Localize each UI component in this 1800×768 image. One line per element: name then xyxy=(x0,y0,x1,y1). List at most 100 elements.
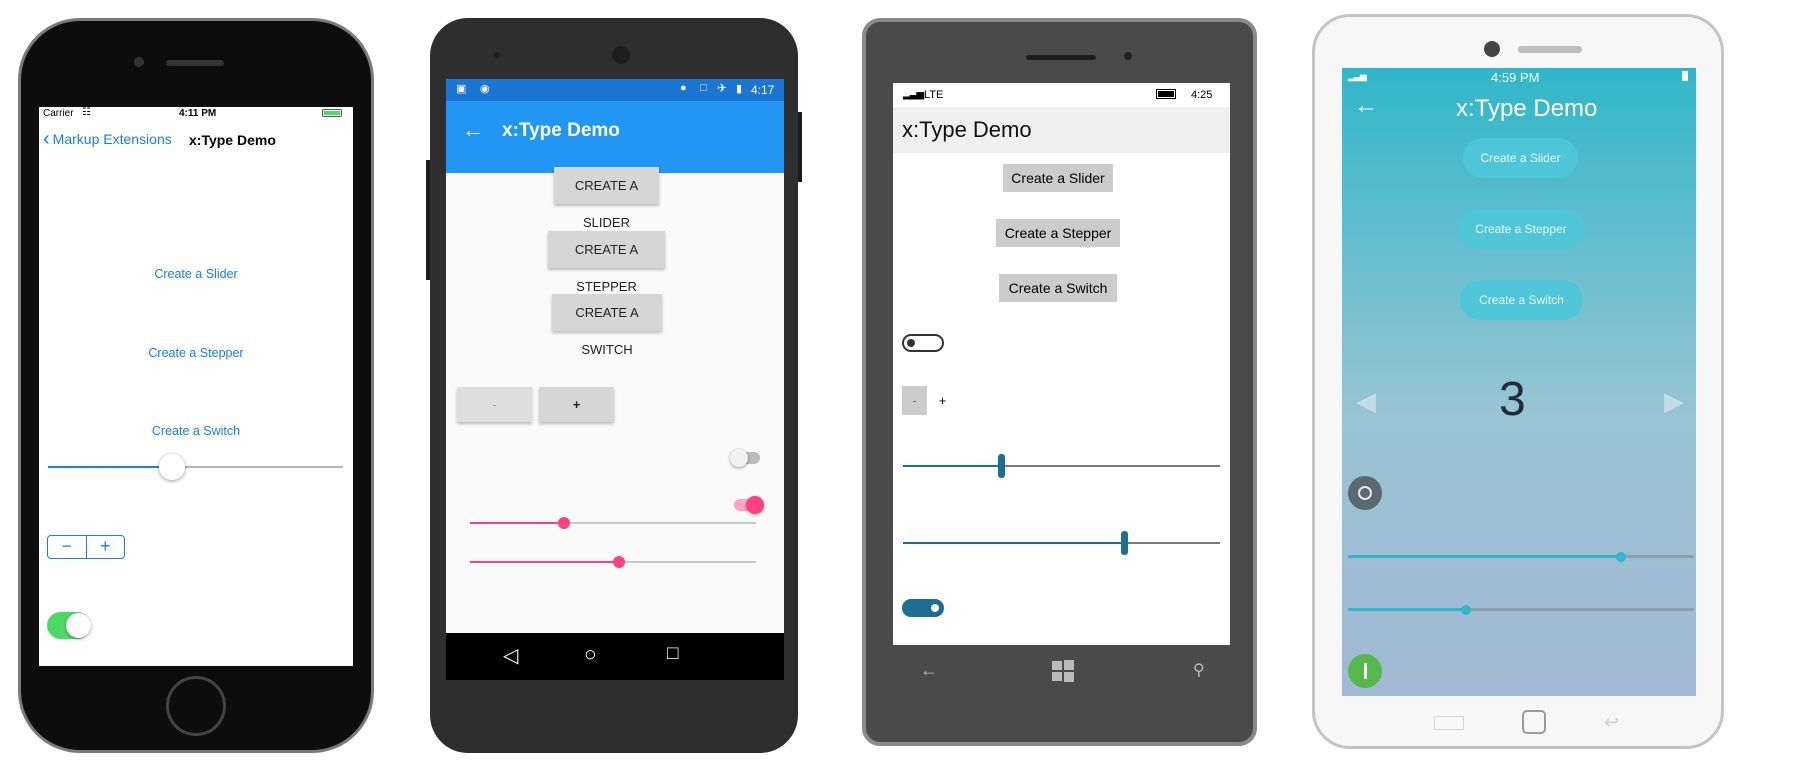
tizen-clock: 4:59 PM xyxy=(1491,70,1540,85)
stepper-minus-button[interactable]: - xyxy=(902,386,927,415)
create-slider-button[interactable]: Create a Slider xyxy=(1463,138,1578,178)
home-circle-icon[interactable]: ○ xyxy=(584,643,597,667)
android-notification-icon: ◉ xyxy=(480,83,490,95)
battery-icon xyxy=(1682,71,1688,81)
create-slider-button[interactable]: Create a Slider xyxy=(39,267,353,281)
network-type-label: LTE xyxy=(924,89,944,101)
windows-screen: ▂▃▅ LTE 4:25 x:Type Demo Create a Slider… xyxy=(893,83,1230,645)
create-switch-button[interactable]: Create a Switch xyxy=(39,424,353,438)
wifi-icon: ☷ xyxy=(82,107,91,118)
switch-toggle[interactable] xyxy=(47,612,91,639)
ios-navigation-bar: ‹ Markup Extensions x:Type Demo xyxy=(39,127,353,153)
slider-fill xyxy=(903,465,1002,467)
switch-knob xyxy=(66,613,91,638)
volume-buttons xyxy=(798,112,802,182)
page-title: x:Type Demo xyxy=(189,132,276,148)
switch-toggle-on[interactable] xyxy=(734,496,764,514)
slider-fill xyxy=(470,522,565,524)
menu-key-icon[interactable] xyxy=(1434,716,1464,730)
back-key-icon[interactable]: ↩ xyxy=(1604,712,1619,733)
switch-toggle-off[interactable] xyxy=(1348,476,1382,510)
android-screen: ▣ ◉ ● □ ✈ ▮ 4:17 ← x:Type Demo CREATE A … xyxy=(446,79,784,680)
slider-thumb[interactable] xyxy=(1121,531,1129,555)
back-triangle-icon[interactable]: ◁ xyxy=(503,643,518,668)
arrow-left-icon[interactable]: ← xyxy=(462,117,484,143)
android-status-bar: ▣ ◉ ● □ ✈ ▮ 4:17 xyxy=(446,79,784,101)
search-icon[interactable]: ⚲ xyxy=(1193,660,1205,680)
recents-square-icon[interactable]: □ xyxy=(667,643,678,665)
stepper-increment-icon[interactable]: ▶ xyxy=(1664,386,1684,417)
chevron-left-icon: ‹ xyxy=(43,128,50,150)
slider-thumb[interactable] xyxy=(997,454,1005,478)
stepper-plus-button[interactable]: + xyxy=(539,387,614,422)
arrow-left-icon[interactable]: ← xyxy=(1354,92,1378,120)
switch-off-ring-icon xyxy=(1358,486,1372,500)
switch-toggle-on[interactable] xyxy=(902,599,944,617)
speaker-grille xyxy=(1026,55,1096,60)
create-stepper-button[interactable]: CREATE A STEPPER xyxy=(548,231,665,294)
sensor-icon xyxy=(494,52,500,58)
signal-bars-icon: ▂▃▅ xyxy=(903,89,924,100)
camera-icon xyxy=(1484,41,1500,57)
ios-status-bar: Carrier ☷ 4:11 PM xyxy=(39,107,353,121)
create-stepper-button[interactable]: Create a Stepper xyxy=(39,346,353,360)
switch-toggle-on[interactable] xyxy=(1348,654,1382,688)
slider-fill xyxy=(1348,608,1466,611)
create-slider-button[interactable]: Create a Slider xyxy=(1003,164,1113,192)
signal-bars-icon: ▂▃▅ xyxy=(1348,71,1367,81)
ios-screen: Carrier ☷ 4:11 PM ‹ Markup Extensions x:… xyxy=(39,107,353,666)
back-arrow-icon[interactable]: ← xyxy=(920,660,938,681)
create-switch-button[interactable]: Create a Switch xyxy=(1460,280,1583,320)
camera-icon xyxy=(134,57,144,67)
android-clock: 4:17 xyxy=(751,83,775,97)
create-stepper-button[interactable]: Create a Stepper xyxy=(996,219,1120,247)
android-navigation-bar: ◁ ○ □ xyxy=(446,633,784,680)
stepper-value: 3 xyxy=(1499,373,1526,426)
switch-knob xyxy=(907,339,915,347)
switch-toggle-off[interactable] xyxy=(902,334,944,352)
page-title: x:Type Demo xyxy=(1456,95,1598,122)
switch-toggle-off[interactable] xyxy=(730,449,760,467)
camera-icon xyxy=(1124,52,1132,60)
windows-start-icon[interactable] xyxy=(1052,660,1074,682)
no-sim-icon: □ xyxy=(700,82,707,94)
slider-thumb[interactable] xyxy=(558,517,571,529)
windows-clock: 4:25 xyxy=(1191,89,1213,101)
home-key-icon[interactable] xyxy=(1522,710,1546,734)
tizen-screen: ▂▃▅ 4:59 PM ← x:Type Demo Create a Slide… xyxy=(1342,68,1696,696)
home-button[interactable] xyxy=(166,676,226,736)
stepper-plus-button[interactable]: + xyxy=(87,536,125,558)
slider-fill xyxy=(1348,555,1622,558)
slider-thumb[interactable] xyxy=(1616,552,1627,562)
page-title: x:Type Demo xyxy=(502,120,620,141)
speaker-grille xyxy=(166,60,224,66)
slider-fill xyxy=(903,542,1125,544)
location-icon: ● xyxy=(680,82,687,94)
stepper-minus-button[interactable]: − xyxy=(48,536,87,558)
image-notification-icon: ▣ xyxy=(456,83,467,95)
android-app-bar: ← x:Type Demo xyxy=(446,101,784,173)
page-title: x:Type Demo xyxy=(902,117,1032,142)
stepper-decrement-icon[interactable]: ◀ xyxy=(1356,386,1376,417)
battery-icon: ▮ xyxy=(736,83,743,95)
switch-knob xyxy=(730,449,748,467)
battery-icon xyxy=(322,109,342,117)
create-switch-button[interactable]: CREATE A SWITCH xyxy=(552,294,662,357)
back-button[interactable]: ‹ Markup Extensions xyxy=(43,128,172,150)
ios-clock: 4:11 PM xyxy=(179,108,217,119)
switch-knob xyxy=(746,496,764,514)
stepper: − + xyxy=(47,535,125,559)
slider-fill xyxy=(470,561,619,563)
create-slider-button[interactable]: CREATE A SLIDER xyxy=(554,167,659,230)
stepper-plus-button[interactable]: + xyxy=(930,386,955,415)
airplane-icon: ✈ xyxy=(717,81,728,95)
battery-icon xyxy=(1156,89,1176,99)
slider-thumb[interactable] xyxy=(1460,605,1471,615)
carrier-label: Carrier xyxy=(43,108,74,119)
slider-thumb[interactable] xyxy=(158,454,185,480)
windows-status-bar: ▂▃▅ LTE 4:25 xyxy=(893,83,1230,107)
slider-thumb[interactable] xyxy=(612,556,625,568)
stepper-minus-button[interactable]: - xyxy=(457,387,532,422)
create-switch-button[interactable]: Create a Switch xyxy=(999,274,1117,302)
create-stepper-button[interactable]: Create a Stepper xyxy=(1457,209,1585,249)
